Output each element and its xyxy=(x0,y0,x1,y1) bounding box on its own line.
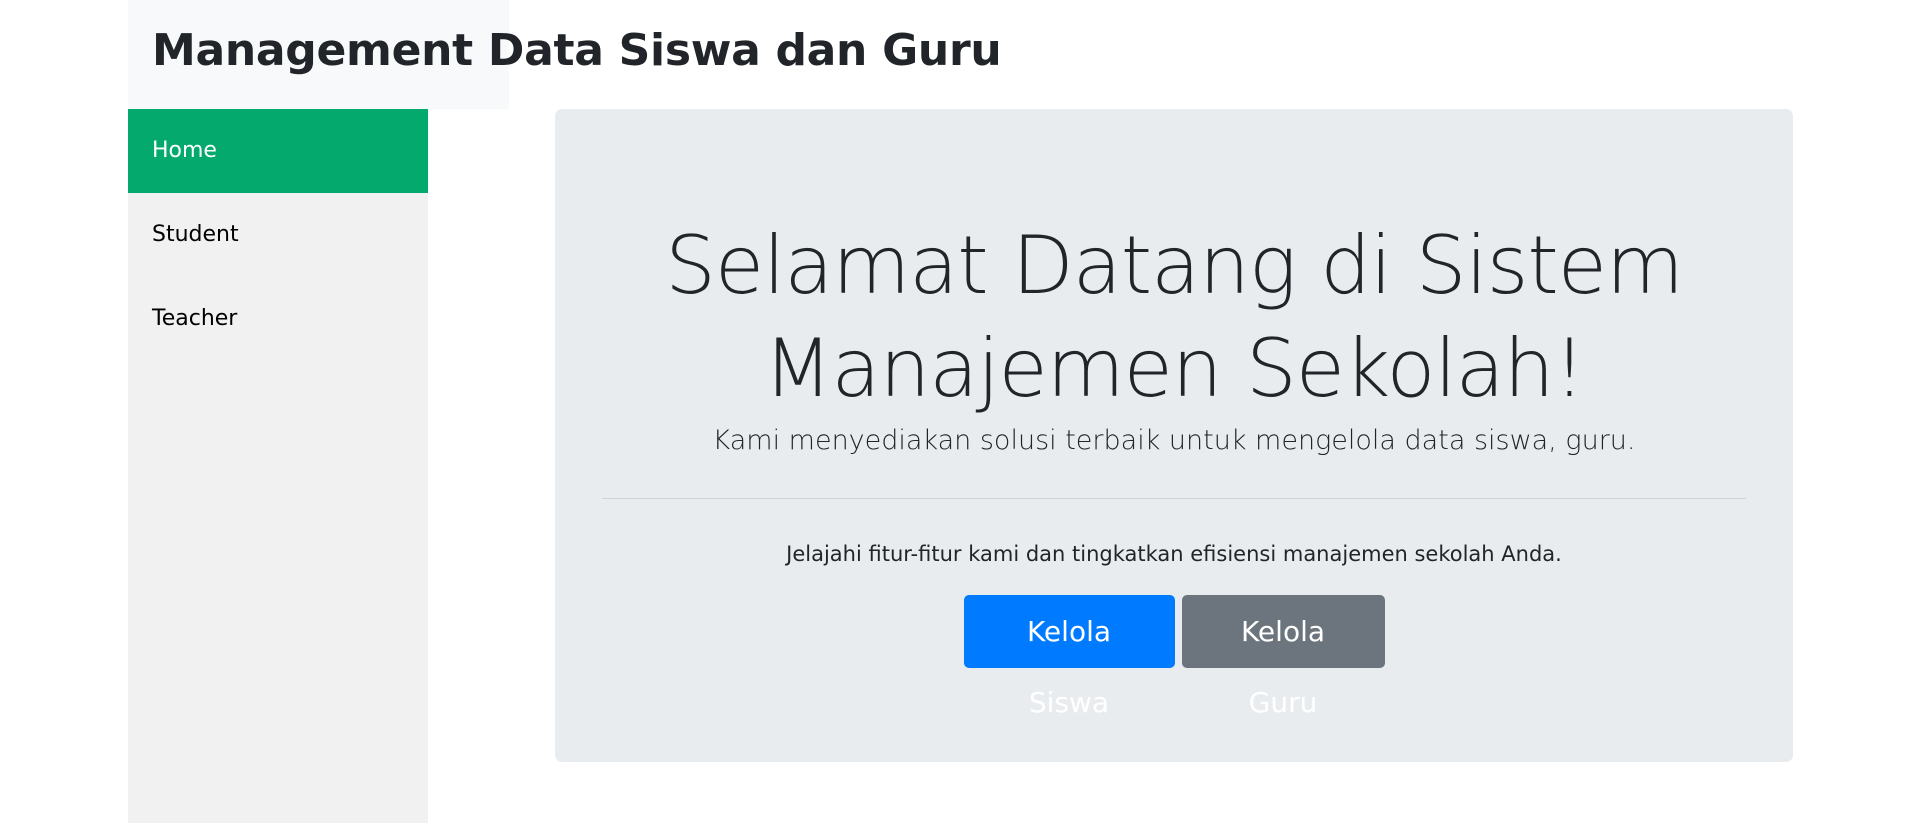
sidebar-item-teacher[interactable]: Teacher xyxy=(128,277,428,361)
divider xyxy=(602,498,1746,499)
manage-teachers-button[interactable]: Kelola Guru xyxy=(1181,595,1385,719)
action-buttons: Kelola SiswaKelola Guru xyxy=(555,595,1793,719)
welcome-jumbotron: Selamat Datang di Sistem Manajemen Sekol… xyxy=(555,109,1793,762)
sidebar-item-home[interactable]: Home xyxy=(128,109,428,193)
welcome-body-text: Jelajahi fitur-fitur kami dan tingkatkan… xyxy=(786,542,1562,566)
manage-students-button[interactable]: Kelola Siswa xyxy=(963,595,1175,719)
welcome-lead: Kami menyediakan solusi terbaik untuk me… xyxy=(712,425,1636,456)
sidebar-item-student[interactable]: Student xyxy=(128,193,428,277)
welcome-heading: Selamat Datang di Sistem Manajemen Sekol… xyxy=(665,219,1684,415)
page-title: Management Data Siswa dan Guru xyxy=(152,25,1002,76)
sidebar: Home Student Teacher xyxy=(128,109,428,823)
